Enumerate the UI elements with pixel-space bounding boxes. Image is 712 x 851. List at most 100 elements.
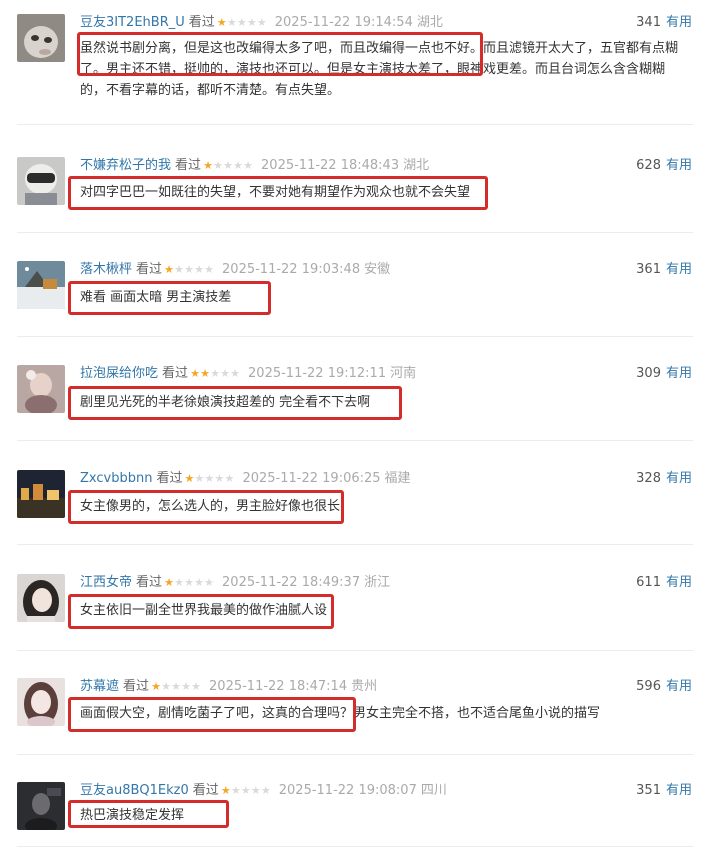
username-link[interactable]: 豆友3IT2EhBR_U [80,13,185,33]
review-time: 2025-11-22 18:47:14 [209,679,348,694]
useful-button[interactable]: 有用 [666,471,692,486]
star-icon: ★ [194,576,204,589]
highlight-box [68,386,402,420]
useful-vote[interactable]: 328 有用 [636,469,692,489]
useful-button[interactable]: 有用 [666,783,692,798]
useful-count: 341 [636,15,661,30]
username-link[interactable]: 豆友au8BQ1Ekz0 [80,781,189,801]
star-icon: ★ [200,367,210,380]
review-meta: 江西女帝 看过 ★ ★ ★ ★ ★ 2025-11-22 18:49:37 浙江 [80,573,390,593]
rating-stars: ★ ★ ★ ★ ★ [184,472,235,485]
avatar[interactable] [17,470,65,518]
useful-vote[interactable]: 351 有用 [636,781,692,801]
star-icon: ★ [203,159,213,172]
star-icon: ★ [191,680,201,693]
useful-button[interactable]: 有用 [666,679,692,694]
useful-button[interactable]: 有用 [666,575,692,590]
star-icon: ★ [194,472,205,485]
useful-button[interactable]: 有用 [666,366,692,381]
review-meta: 豆友au8BQ1Ekz0 看过 ★ ★ ★ ★ ★ 2025-11-22 19:08:0… [80,781,447,801]
review-location: 贵州 [351,679,378,694]
highlight-box [77,32,483,76]
star-icon: ★ [204,576,214,589]
star-icon: ★ [164,263,174,276]
avatar[interactable] [17,14,65,62]
username-link[interactable]: 落木楸枰 [80,260,132,280]
useful-count: 361 [636,262,661,277]
review-location: 河南 [390,366,417,381]
star-icon: ★ [181,680,191,693]
star-icon: ★ [233,159,243,172]
review-time: 2025-11-22 19:14:54 [274,15,413,30]
star-icon: ★ [230,367,240,380]
star-icon: ★ [260,784,271,797]
star-icon: ★ [204,263,214,276]
review-meta: 不嫌弃松子的我 看过 ★ ★ ★ ★ ★ 2025-11-22 18:48:43 湖北 [80,156,429,176]
avatar[interactable] [17,574,65,622]
highlight-box [68,281,271,315]
username-link[interactable]: 江西女帝 [80,573,132,593]
useful-vote[interactable]: 611 有用 [636,573,692,593]
username-link[interactable]: 苏幕遮 [80,677,119,697]
useful-count: 611 [636,575,661,590]
username-link[interactable]: 不嫌弃松子的我 [80,156,171,176]
highlight-box [68,697,356,732]
review-meta: 拉泡屎给你吃 看过 ★ ★ ★ ★ ★ 2025-11-22 19:12:11 河南 [80,364,416,384]
divider [17,232,693,233]
star-icon: ★ [226,16,237,29]
watched-label: 看过 [136,575,163,590]
star-icon: ★ [223,159,233,172]
star-icon: ★ [213,159,223,172]
rating-stars: ★ ★ ★ ★ ★ [221,785,271,797]
avatar[interactable] [17,261,65,309]
star-icon: ★ [171,680,181,693]
review-location: 福建 [384,471,411,486]
useful-vote[interactable]: 596 有用 [636,677,692,697]
review-time: 2025-11-22 19:06:25 [242,471,381,486]
star-icon: ★ [161,680,171,693]
watched-label: 看过 [136,262,163,277]
useful-vote[interactable]: 361 有用 [636,260,692,280]
star-icon: ★ [184,472,195,485]
avatar[interactable] [17,678,65,726]
useful-button[interactable]: 有用 [666,262,692,277]
avatar[interactable] [17,365,65,413]
review-meta: 苏幕遮 看过 ★ ★ ★ ★ ★ 2025-11-22 18:47:14 贵州 [80,677,377,697]
star-icon: ★ [220,784,231,797]
review-time: 2025-11-22 19:08:07 [278,783,417,798]
star-icon: ★ [246,16,257,29]
watched-label: 看过 [156,471,183,486]
star-icon: ★ [184,263,194,276]
divider [17,440,693,441]
review-time: 2025-11-22 18:48:43 [261,158,400,173]
review-list: 豆友3IT2EhBR_U 看过 ★ ★ ★ ★ ★ 2025-11-22 19:14:5… [0,0,712,851]
watched-label: 看过 [123,679,150,694]
useful-count: 351 [636,783,661,798]
rating-stars: ★ ★ ★ ★ ★ [151,681,201,693]
star-icon: ★ [164,576,174,589]
useful-vote[interactable]: 309 有用 [636,364,692,384]
useful-count: 628 [636,158,661,173]
useful-vote[interactable]: 628 有用 [636,156,692,176]
star-icon: ★ [220,367,230,380]
star-icon: ★ [224,472,235,485]
useful-button[interactable]: 有用 [666,15,692,30]
useful-count: 328 [636,471,661,486]
star-icon: ★ [216,16,227,29]
avatar[interactable] [17,157,65,205]
useful-button[interactable]: 有用 [666,158,692,173]
star-icon: ★ [190,367,200,380]
highlight-box [68,594,334,629]
divider [17,544,693,545]
review-time: 2025-11-22 19:12:11 [248,366,387,381]
username-link[interactable]: 拉泡屎给你吃 [80,364,158,384]
rating-stars: ★ ★ ★ ★ ★ [217,17,267,29]
avatar[interactable] [17,782,65,830]
star-icon: ★ [250,784,261,797]
divider [17,754,693,755]
useful-vote[interactable]: 341 有用 [636,13,692,33]
review-time: 2025-11-22 19:03:48 [222,262,361,277]
divider [17,650,693,651]
username-link[interactable]: Zxcvbbbnn [80,469,152,489]
watched-label: 看过 [192,783,219,798]
